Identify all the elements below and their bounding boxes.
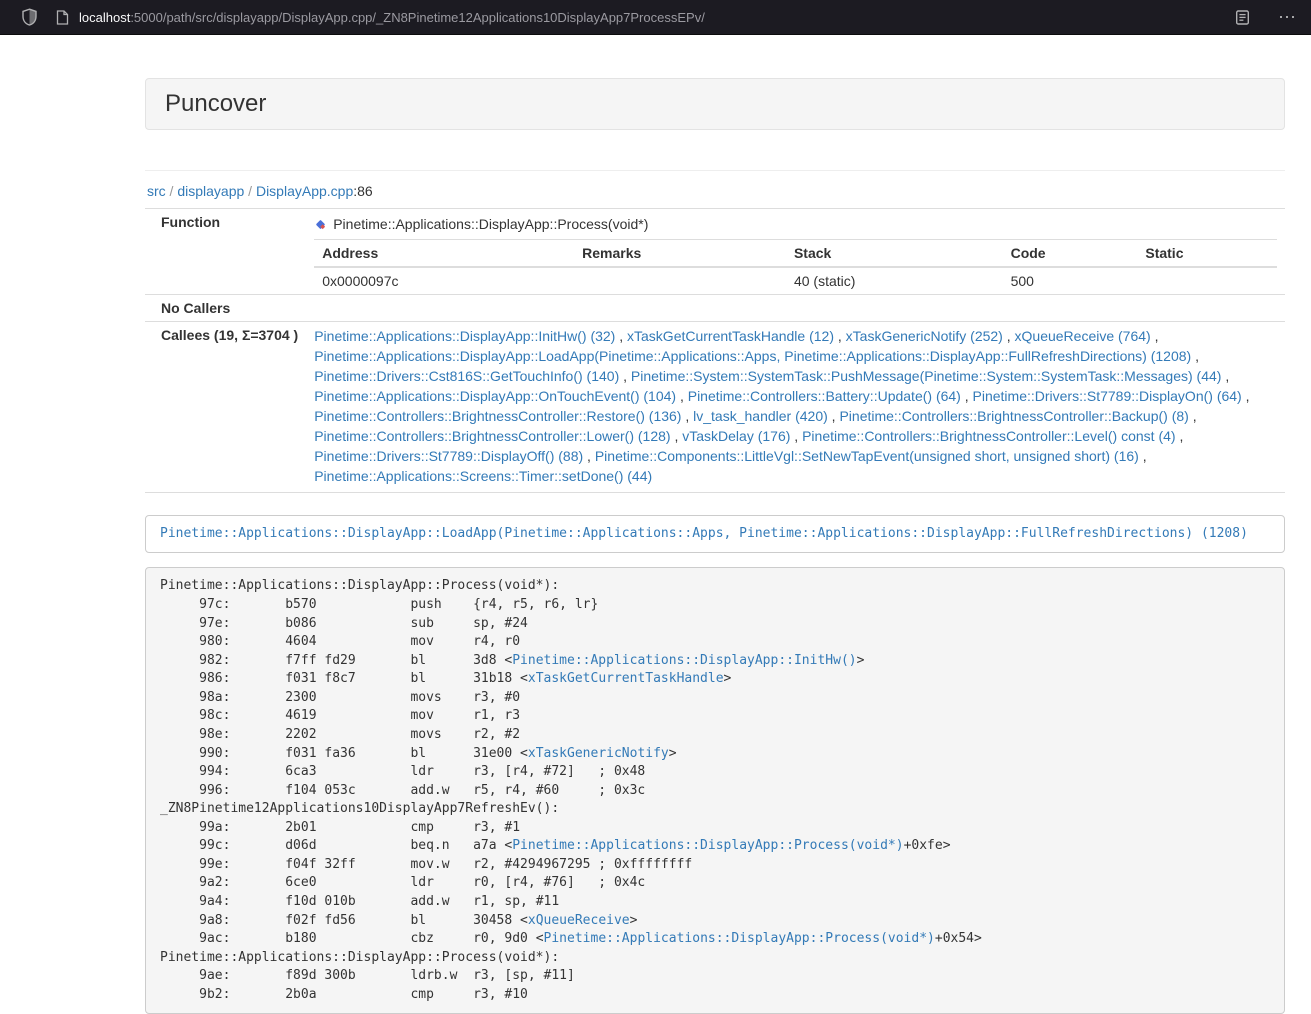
breadcrumb: src / displayapp / DisplayApp.cpp:86 <box>147 183 1285 199</box>
breadcrumb-separator: / <box>166 183 178 199</box>
callee-separator: , <box>1151 328 1159 344</box>
callee-link[interactable]: Pinetime::Drivers::St7789::DisplayOn() (… <box>973 388 1242 404</box>
browser-topbar: localhost:5000/path/src/displayapp/Displ… <box>0 0 1311 35</box>
function-row: Function Pinetime::Applications::Display… <box>145 209 1285 295</box>
reader-view-icon[interactable] <box>1235 10 1250 25</box>
code-symbol-link[interactable]: Pinetime::Applications::DisplayApp::Init… <box>512 653 856 668</box>
breadcrumb-separator: / <box>244 183 256 199</box>
callees-row: Callees (19, Σ=3704 ) Pinetime::Applicat… <box>145 322 1285 493</box>
callee-link[interactable]: Pinetime::Controllers::BrightnessControl… <box>314 428 670 444</box>
breadcrumb-link[interactable]: src <box>147 183 166 199</box>
callee-separator: , <box>1191 348 1199 364</box>
callee-link[interactable]: Pinetime::Controllers::Battery::Update()… <box>688 388 961 404</box>
callee-link[interactable]: Pinetime::Applications::Screens::Timer::… <box>314 468 652 484</box>
function-row-header: Function <box>145 209 306 295</box>
highlighted-symbol-link[interactable]: Pinetime::Applications::DisplayApp::Load… <box>160 526 1248 541</box>
disassembly-code: Pinetime::Applications::DisplayApp::Proc… <box>145 567 1285 1014</box>
code-symbol-link[interactable]: xQueueReceive <box>528 913 630 928</box>
callee-separator: , <box>1176 428 1184 444</box>
column-header-stack: Stack <box>786 240 1003 268</box>
callee-link[interactable]: vTaskDelay (176) <box>682 428 790 444</box>
callee-link[interactable]: xTaskGetCurrentTaskHandle (12) <box>627 328 834 344</box>
code-cell: 500 <box>1003 267 1138 294</box>
address-cell: 0x0000097c <box>314 267 574 294</box>
function-name: Pinetime::Applications::DisplayApp::Proc… <box>333 214 648 234</box>
url-bar[interactable]: localhost:5000/path/src/displayapp/Displ… <box>79 10 705 25</box>
callee-link[interactable]: Pinetime::Applications::DisplayApp::OnTo… <box>314 388 676 404</box>
stats-data-row: 0x0000097c 40 (static) 500 <box>314 267 1277 294</box>
callee-separator: , <box>671 428 683 444</box>
callee-link[interactable]: Pinetime::Applications::DisplayApp::Load… <box>314 348 1191 364</box>
shield-icon[interactable] <box>21 8 38 26</box>
callee-link[interactable]: Pinetime::Components::LittleVgl::SetNewT… <box>595 448 1139 464</box>
static-cell <box>1137 267 1277 294</box>
page-title-panel: Puncover <box>145 78 1285 130</box>
callee-separator: , <box>676 388 688 404</box>
column-header-address: Address <box>314 240 574 268</box>
callee-separator: , <box>1139 448 1147 464</box>
code-symbol-link[interactable]: Pinetime::Applications::DisplayApp::Proc… <box>544 931 935 946</box>
callee-separator: , <box>828 408 840 424</box>
callee-link[interactable]: Pinetime::Drivers::St7789::DisplayOff() … <box>314 448 583 464</box>
remarks-cell <box>574 267 786 294</box>
callee-link[interactable]: Pinetime::Drivers::Cst816S::GetTouchInfo… <box>314 368 619 384</box>
callee-separator: , <box>619 368 631 384</box>
column-header-static: Static <box>1137 240 1277 268</box>
callees-header: Callees (19, Σ=3704 ) <box>145 322 306 493</box>
function-head: Pinetime::Applications::DisplayApp::Proc… <box>314 214 1277 234</box>
code-symbol-link[interactable]: xTaskGenericNotify <box>528 746 669 761</box>
callee-link[interactable]: Pinetime::System::SystemTask::PushMessag… <box>631 368 1222 384</box>
divider <box>145 170 1285 171</box>
code-symbol-link[interactable]: xTaskGetCurrentTaskHandle <box>528 671 724 686</box>
column-header-code: Code <box>1003 240 1138 268</box>
callee-separator: , <box>1221 368 1229 384</box>
highlighted-symbol-box: Pinetime::Applications::DisplayApp::Load… <box>145 515 1285 554</box>
callee-separator: , <box>615 328 627 344</box>
url-path: :5000/path/src/displayapp/DisplayApp.cpp… <box>130 10 705 25</box>
callee-separator: , <box>1242 388 1250 404</box>
stack-cell: 40 (static) <box>786 267 1003 294</box>
breadcrumb-line-number: :86 <box>353 183 372 199</box>
no-callers-header: No Callers <box>145 295 306 322</box>
code-symbol-link[interactable]: Pinetime::Applications::DisplayApp::Proc… <box>512 838 903 853</box>
more-menu-icon[interactable]: ⋯ <box>1278 8 1296 26</box>
stats-table: Address Remarks Stack Code Static 0x0000… <box>314 239 1277 294</box>
callee-separator: , <box>681 408 693 424</box>
callee-separator: , <box>790 428 802 444</box>
stats-header-row: Address Remarks Stack Code Static <box>314 240 1277 268</box>
no-callers-row: No Callers <box>145 295 1285 322</box>
main-content: Puncover src / displayapp / DisplayApp.c… <box>145 78 1285 1014</box>
callee-separator: , <box>834 328 846 344</box>
callee-link[interactable]: lv_task_handler (420) <box>693 408 828 424</box>
no-callers-cell <box>306 295 1285 322</box>
callee-separator: , <box>583 448 595 464</box>
page-title: Puncover <box>165 90 266 117</box>
column-header-remarks: Remarks <box>574 240 786 268</box>
callees-list: Pinetime::Applications::DisplayApp::Init… <box>306 322 1285 493</box>
callee-link[interactable]: Pinetime::Applications::DisplayApp::Init… <box>314 328 615 344</box>
callee-link[interactable]: Pinetime::Controllers::BrightnessControl… <box>802 428 1175 444</box>
breadcrumb-link[interactable]: DisplayApp.cpp <box>256 183 353 199</box>
callee-separator: , <box>1189 408 1197 424</box>
callee-link[interactable]: Pinetime::Controllers::BrightnessControl… <box>839 408 1188 424</box>
callee-link[interactable]: xQueueReceive (764) <box>1015 328 1151 344</box>
function-table: Function Pinetime::Applications::Display… <box>145 208 1285 493</box>
url-host: localhost <box>79 10 130 25</box>
function-icon <box>314 218 327 231</box>
callee-link[interactable]: xTaskGenericNotify (252) <box>846 328 1003 344</box>
callee-separator: , <box>1003 328 1015 344</box>
breadcrumb-link[interactable]: displayapp <box>177 183 244 199</box>
callee-link[interactable]: Pinetime::Controllers::BrightnessControl… <box>314 408 681 424</box>
page-info-icon[interactable] <box>56 10 69 25</box>
callee-separator: , <box>961 388 973 404</box>
